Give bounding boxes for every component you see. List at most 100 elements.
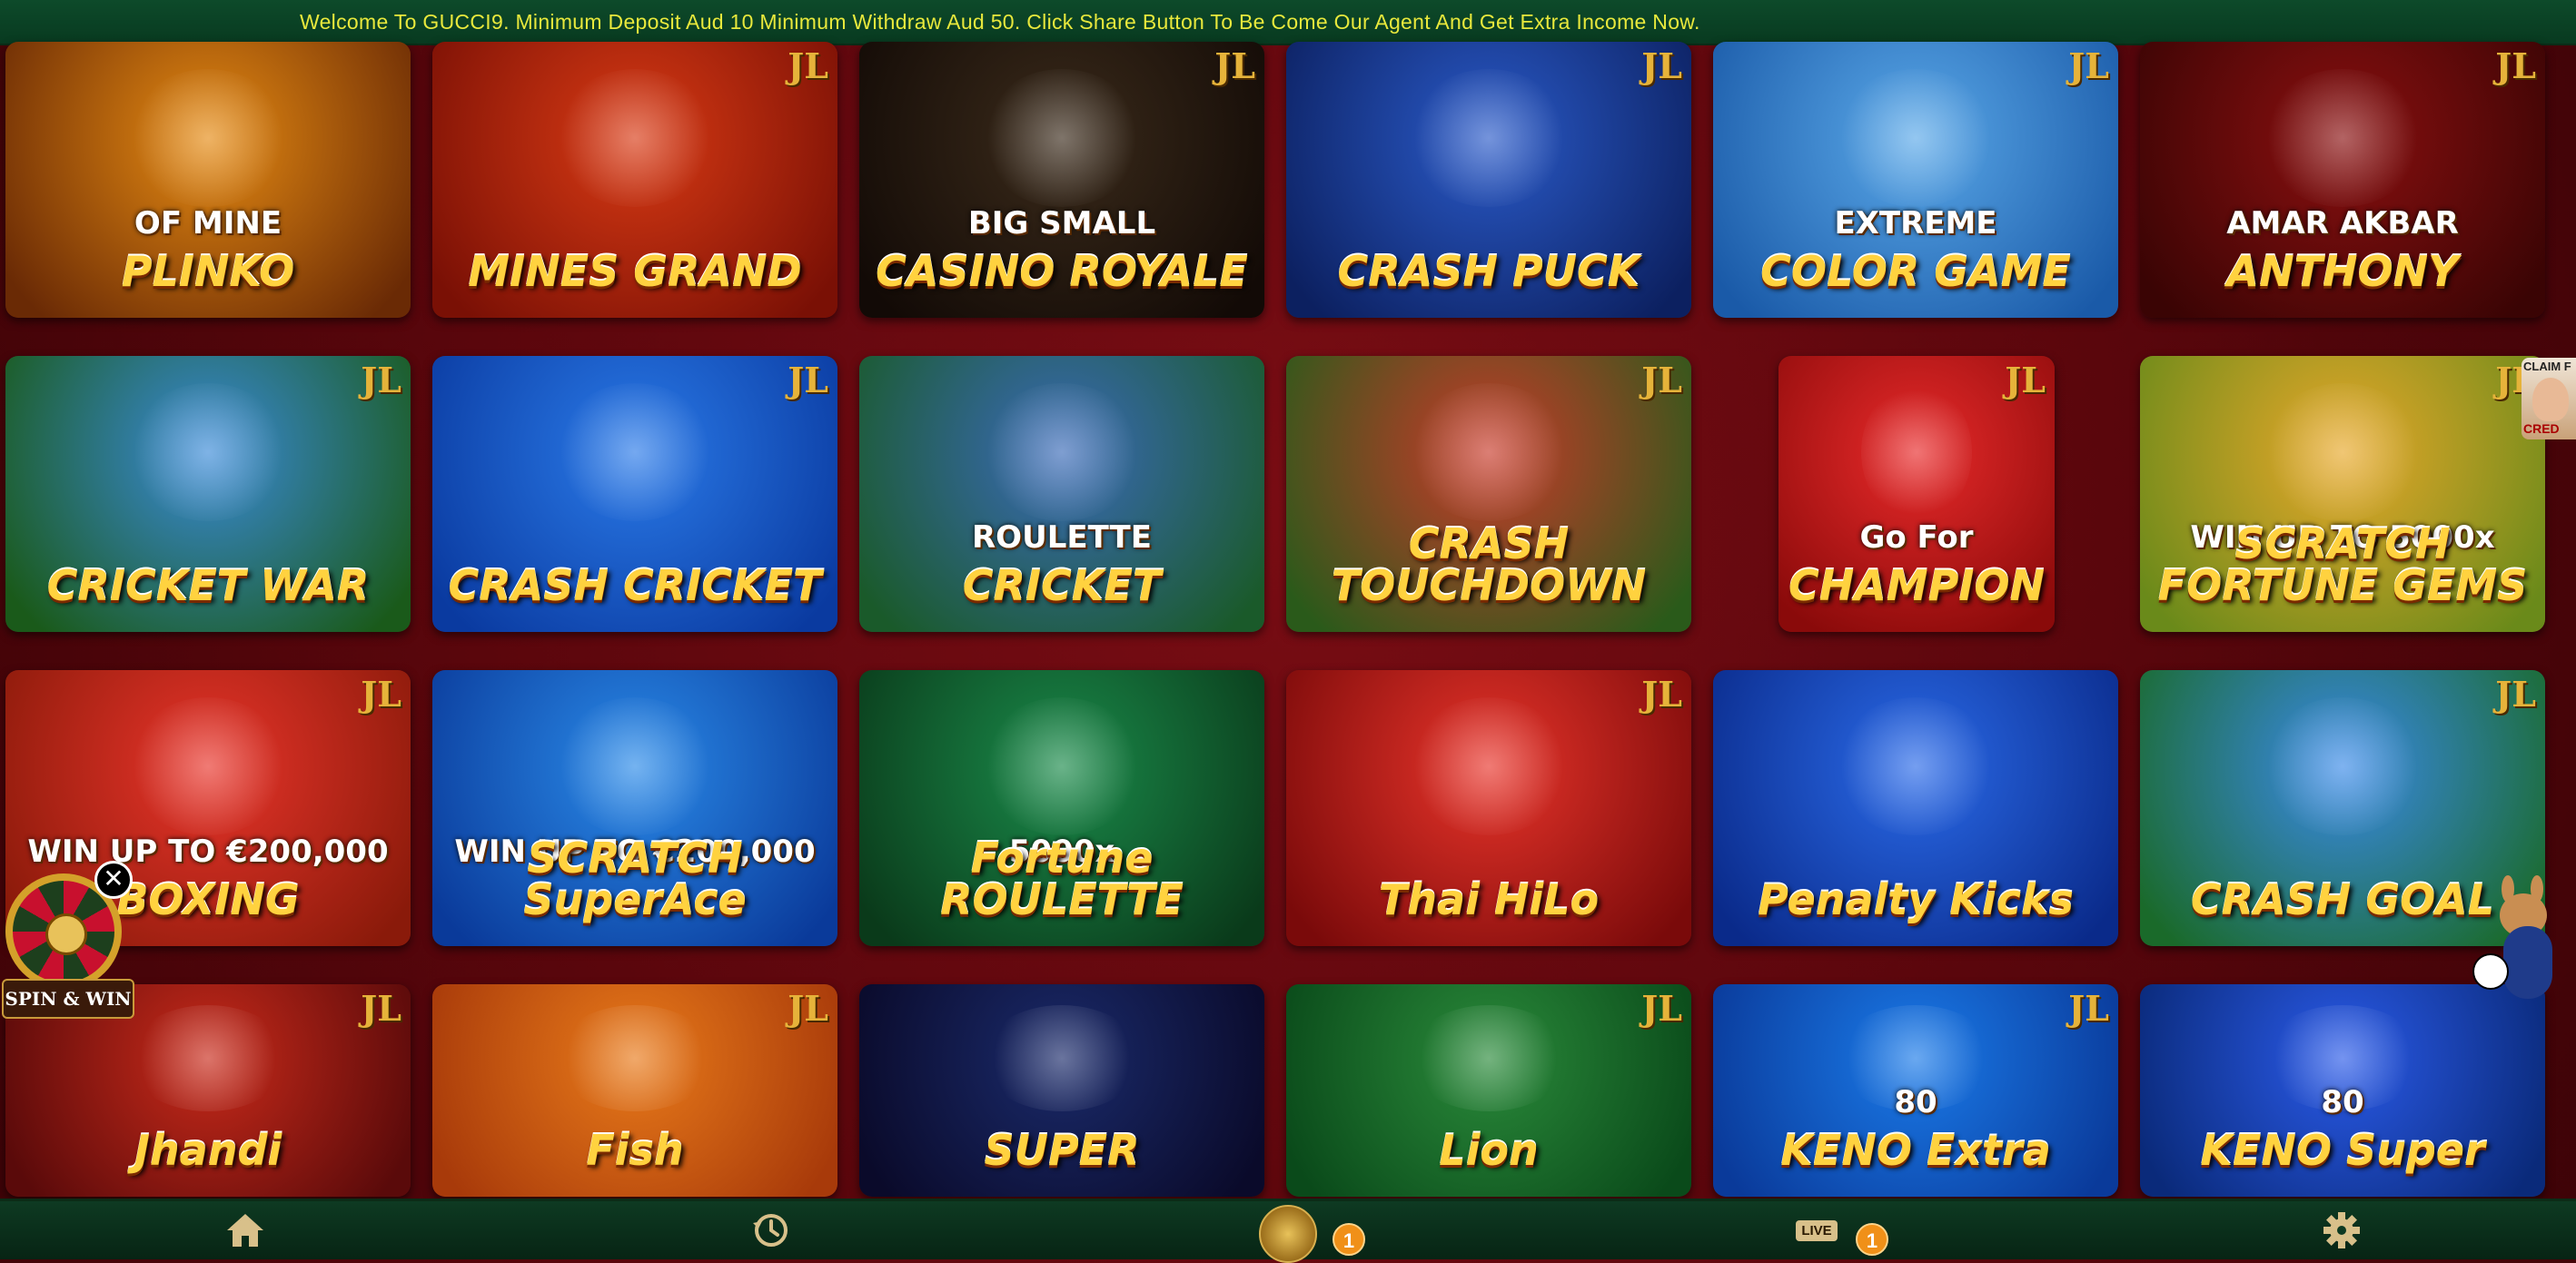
game-artwork-highlight xyxy=(980,383,1144,522)
game-title: Fortune ROULETTE xyxy=(940,834,1184,924)
promo-avatar xyxy=(2532,378,2569,421)
chip-avatar-icon xyxy=(1259,1205,1317,1263)
game-artwork-highlight xyxy=(553,1005,717,1112)
soccer-ball-icon xyxy=(2472,953,2509,990)
game-tile[interactable]: WIN UP TO 5000x SCRATCH FORTUNE GEMS JL xyxy=(2140,356,2545,632)
game-tile[interactable]: CRICKET WAR JL xyxy=(5,356,411,632)
game-artwork-highlight xyxy=(126,69,290,208)
game-artwork-highlight xyxy=(980,697,1144,836)
game-artwork-highlight xyxy=(2261,69,2424,208)
provider-badge: JL xyxy=(361,674,401,715)
bottom-nav: 1 LIVE 1 xyxy=(0,1199,2576,1263)
game-artwork-highlight xyxy=(1407,69,1570,208)
game-title: Jhandi xyxy=(134,1126,282,1175)
game-tile[interactable]: WIN UP TO €200,000 SCRATCH SuperAce xyxy=(432,670,837,946)
nav-settings[interactable] xyxy=(2305,1201,2378,1259)
spin-and-win-label: SPIN & WIN xyxy=(2,979,134,1019)
game-tile[interactable]: Fish JL xyxy=(432,984,837,1197)
provider-badge: JL xyxy=(788,360,828,400)
game-tile[interactable]: Penalty Kicks xyxy=(1713,670,2118,946)
game-subtitle: 80 xyxy=(1894,1084,1937,1120)
game-title: Lion xyxy=(1439,1126,1539,1175)
kangaroo-mascot[interactable] xyxy=(2467,875,2576,1026)
game-title: CRICKET WAR xyxy=(46,561,370,610)
provider-badge: JL xyxy=(2005,360,2046,400)
game-artwork-highlight xyxy=(1407,697,1570,836)
game-subtitle: 80 xyxy=(2321,1084,2364,1120)
game-artwork-highlight xyxy=(980,1005,1144,1112)
live-icon: LIVE xyxy=(1796,1219,1838,1241)
claim-label: CLAIM F xyxy=(2523,360,2571,373)
game-title: MINES GRAND xyxy=(468,247,802,296)
game-subtitle: AMAR AKBAR xyxy=(2226,205,2459,242)
provider-badge: JL xyxy=(1641,674,1682,715)
game-title: CRASH PUCK xyxy=(1337,247,1640,296)
claim-credit-widget[interactable]: CLAIM F CRED xyxy=(2522,358,2576,439)
game-title: CRASH CRICKET xyxy=(448,561,822,610)
game-tile[interactable]: 5000x Fortune ROULETTE xyxy=(859,670,1264,946)
provider-badge: JL xyxy=(2495,674,2536,715)
game-tile[interactable]: Thai HiLo JL xyxy=(1286,670,1691,946)
credit-label: CRED xyxy=(2523,421,2560,436)
game-title: CASINO ROYALE xyxy=(876,247,1248,296)
game-subtitle: ROULETTE xyxy=(972,519,1152,556)
game-artwork-highlight xyxy=(126,383,290,522)
game-artwork-highlight xyxy=(1834,69,1997,208)
game-artwork-highlight xyxy=(126,1005,290,1112)
provider-badge: JL xyxy=(1214,45,1255,86)
game-artwork-highlight xyxy=(2261,383,2424,522)
gear-icon xyxy=(2323,1212,2360,1248)
game-title: Penalty Kicks xyxy=(1758,875,2074,924)
game-tile[interactable]: CRASH PUCK JL xyxy=(1286,42,1691,318)
game-title: PLINKO xyxy=(121,247,295,296)
nav-history[interactable] xyxy=(734,1201,807,1259)
provider-badge: JL xyxy=(788,45,828,86)
game-tile[interactable]: 80 KENO Extra JL xyxy=(1713,984,2118,1197)
game-title: KENO Super xyxy=(2200,1126,2485,1175)
game-tile[interactable]: OF MINE PLINKO xyxy=(5,42,411,318)
game-title: Fish xyxy=(586,1126,684,1175)
game-tile[interactable]: CRASH CRICKET JL xyxy=(432,356,837,632)
game-artwork-highlight xyxy=(2261,697,2424,836)
game-tile[interactable]: AMAR AKBAR ANTHONY JL xyxy=(2140,42,2545,318)
provider-badge: JL xyxy=(2495,45,2536,86)
game-title: ANTHONY xyxy=(2226,247,2459,296)
mascot-body xyxy=(2503,926,2552,999)
home-icon xyxy=(227,1214,263,1247)
spin-and-win-widget[interactable]: SPIN & WIN ✕ xyxy=(0,861,134,1019)
nav-live[interactable]: LIVE xyxy=(1780,1201,1853,1259)
game-tile[interactable]: MINES GRAND JL xyxy=(432,42,837,318)
game-tile[interactable]: ROULETTE CRICKET xyxy=(859,356,1264,632)
nav-home[interactable] xyxy=(209,1201,282,1259)
game-subtitle: BIG SMALL xyxy=(967,205,1156,242)
game-subtitle: EXTREME xyxy=(1834,205,1997,242)
game-grid: OF MINE PLINKO MINES GRAND JL BIG SMALL CASIN… xyxy=(0,40,2576,1197)
game-subtitle: Go For xyxy=(1859,519,1974,556)
provider-badge: JL xyxy=(1641,988,1682,1029)
game-artwork-highlight xyxy=(553,697,717,836)
game-tile[interactable]: CRASH TOUCHDOWN JL xyxy=(1286,356,1691,632)
spin-wheel-hub xyxy=(45,913,87,955)
rewards-badge: 1 xyxy=(1333,1223,1365,1256)
close-icon[interactable]: ✕ xyxy=(94,861,133,899)
game-title: COLOR GAME xyxy=(1760,247,2071,296)
game-tile[interactable]: Go For CHAMPION JL xyxy=(1778,356,2055,632)
game-tile[interactable]: Lion JL xyxy=(1286,984,1691,1197)
announcement-marquee: Welcome To GUCCI9. Minimum Deposit Aud 1… xyxy=(0,0,2576,45)
game-title: SCRATCH SuperAce xyxy=(523,834,747,924)
game-artwork-highlight xyxy=(1834,697,1997,836)
game-artwork-highlight xyxy=(553,383,717,522)
game-tile[interactable]: SUPER xyxy=(859,984,1264,1197)
nav-rewards[interactable] xyxy=(1252,1201,1324,1263)
provider-badge: JL xyxy=(2068,45,2109,86)
game-title: SCRATCH FORTUNE GEMS xyxy=(2157,519,2528,610)
provider-badge: JL xyxy=(1641,360,1682,400)
game-artwork-highlight xyxy=(1407,1005,1570,1112)
game-tile[interactable]: EXTREME COLOR GAME JL xyxy=(1713,42,2118,318)
game-tile[interactable]: BIG SMALL CASINO ROYALE JL xyxy=(859,42,1264,318)
game-title: CRICKET xyxy=(962,561,1162,610)
game-artwork-highlight xyxy=(553,69,717,208)
marquee-text: Welcome To GUCCI9. Minimum Deposit Aud 1… xyxy=(300,9,1700,34)
game-title: CHAMPION xyxy=(1788,561,2046,610)
game-artwork-highlight xyxy=(980,69,1144,208)
